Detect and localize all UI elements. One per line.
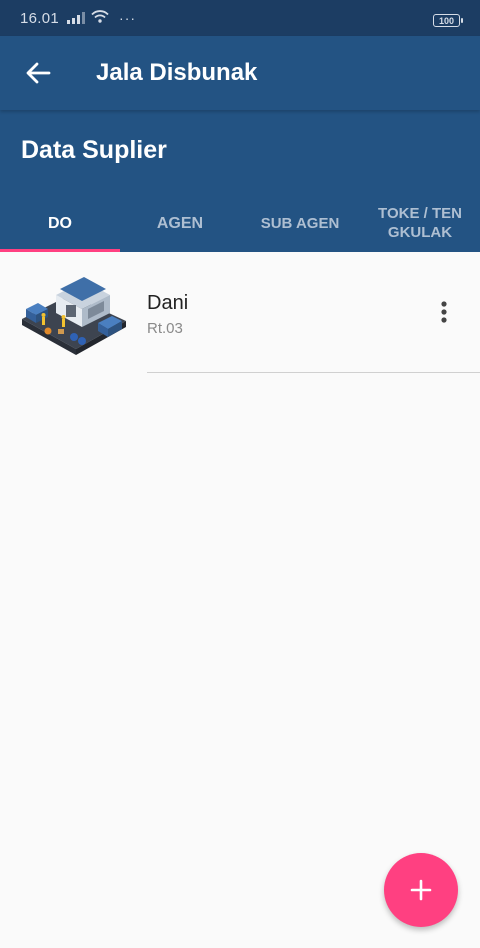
- arrow-left-icon: [26, 62, 51, 84]
- page-title: Data Suplier: [21, 136, 167, 164]
- list-divider: [147, 372, 480, 373]
- tab-agen-label: AGEN: [156, 214, 204, 232]
- status-time: 16.01: [20, 9, 60, 27]
- tab-agen[interactable]: AGEN: [120, 194, 240, 252]
- tab-sub-agen[interactable]: SUB AGEN: [240, 194, 360, 252]
- add-button[interactable]: [384, 853, 458, 927]
- battery-icon: 100: [433, 14, 463, 27]
- tab-do-label: DO: [48, 214, 72, 232]
- tab-toke-tengkulak[interactable]: TOKE / TEN GKULAK: [360, 194, 480, 252]
- tab-toke-tengkulak-label: TOKE / TEN GKULAK: [378, 205, 462, 241]
- wifi-icon: [91, 9, 109, 27]
- item-name: Dani: [147, 292, 189, 314]
- back-button[interactable]: [20, 55, 56, 91]
- tab-do[interactable]: DO: [0, 194, 120, 252]
- item-subtitle: Rt.03: [147, 320, 183, 337]
- more-options-button[interactable]: [428, 296, 460, 328]
- plus-icon: [410, 879, 432, 901]
- signal-icon: [67, 12, 86, 24]
- tab-sub-agen-label: SUB AGEN: [260, 214, 340, 232]
- more-notifications-indicator: ···: [119, 10, 137, 26]
- list-item[interactable]: Dani Rt.03: [0, 252, 480, 373]
- tab-bar: DO AGEN SUB AGEN TOKE / TEN GKULAK: [0, 194, 480, 252]
- warehouse-illustration: [18, 269, 128, 357]
- more-vertical-icon: [441, 301, 447, 323]
- app-title: Jala Disbunak: [96, 59, 258, 86]
- header-area: Data Suplier DO AGEN SUB AGEN TOKE / TEN…: [0, 110, 480, 252]
- status-bar: 16.01 ··· 100: [0, 0, 480, 36]
- app-bar: Jala Disbunak: [0, 36, 480, 110]
